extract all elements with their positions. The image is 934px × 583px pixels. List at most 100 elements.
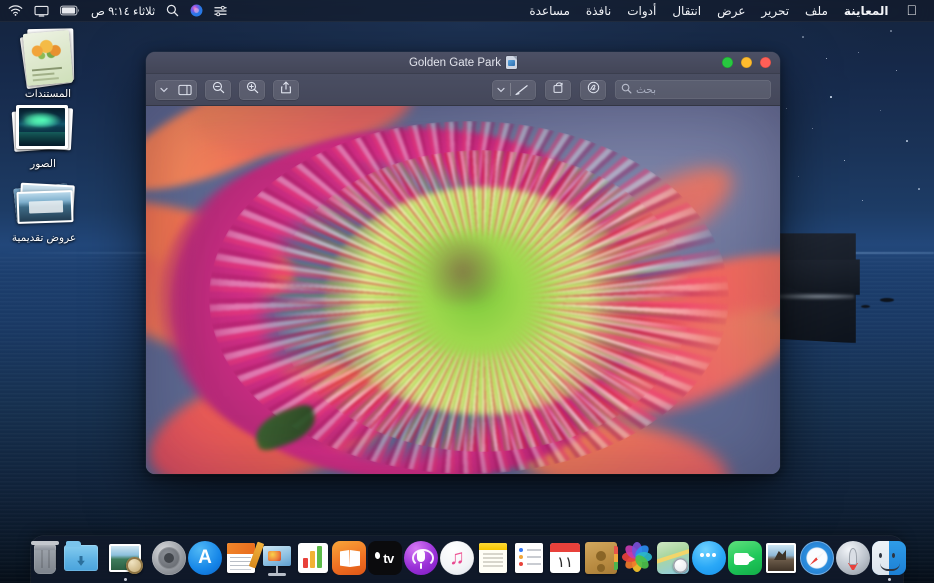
dock-item-preview[interactable] [107,537,143,581]
menu-item-tools[interactable]: أدوات [619,2,664,20]
desktop-icon-label: الصور [0,158,91,171]
dock-item-safari[interactable] [799,537,835,581]
siri-icon[interactable] [190,4,203,17]
dock-item-photos[interactable] [619,537,655,581]
dock-item-messages[interactable] [691,537,727,581]
dock-item-books[interactable] [331,537,367,581]
dock-item-music[interactable] [439,537,475,581]
running-indicator [124,578,127,581]
menu-bar-clock[interactable]: ثلاثاء ٩:١٤ ص [91,4,155,18]
traffic-light-buttons [722,52,771,73]
dock-item-pages[interactable] [223,537,259,581]
desktop-icon-documents[interactable]: المستندات [0,28,96,101]
menu-item-go[interactable]: انتقال [664,2,709,20]
dock-item-system-preferences[interactable] [151,537,187,581]
pages-icon [223,540,259,576]
view-mode-group[interactable] [155,80,197,100]
dock-item-downloads[interactable] [63,537,99,581]
rotate-toolbar-button[interactable] [545,80,571,100]
share-icon [280,81,292,99]
pen-options-chevron[interactable] [492,80,510,100]
system-preferences-icon [151,540,187,576]
mail-icon [763,540,799,576]
preview-icon [107,540,143,576]
dock-item-reminders[interactable] [511,537,547,581]
search-input[interactable]: بحث [615,80,771,99]
menu-bar:  المعاينة ملف تحرير عرض انتقال أدوات نا… [0,0,934,22]
desktop-icon-photos[interactable]: الصور [0,98,91,171]
flower-photograph [146,106,780,474]
zoom-in-icon [246,81,259,99]
dock-item-keynote[interactable] [259,537,295,581]
battery-icon[interactable] [60,5,80,16]
dock-item-maps[interactable] [655,537,691,581]
minimize-button[interactable] [741,57,752,68]
calendar-day-number: ١١ [550,552,580,573]
zoom-out-button[interactable] [205,80,231,100]
menu-item-view[interactable]: عرض [709,2,753,20]
zoom-in-button[interactable] [239,80,265,100]
safari-icon [799,540,835,576]
menu-item-help[interactable]: مساعدة [521,2,578,20]
reminders-icon [511,540,547,576]
dock-item-app-store[interactable] [187,537,223,581]
keynote-icon [259,540,295,576]
menu-bar-status-items: ثلاثاء ٩:١٤ ص [6,4,227,18]
zoom-button[interactable] [722,57,733,68]
presentations-stack-icon [0,172,92,228]
markup-sign-icon [587,81,600,99]
search-icon[interactable] [166,4,179,17]
desktop-icon-presentations[interactable]: عروض تقديمية [0,172,92,245]
menu-item-file[interactable]: ملف [797,2,836,20]
running-indicator [888,578,891,581]
dock-item-launchpad[interactable] [835,537,871,581]
dock-item-facetime[interactable] [727,537,763,581]
menu-item-edit[interactable]: تحرير [753,2,797,20]
markup-tools-group[interactable] [492,80,537,100]
preview-window[interactable]: Golden Gate Park بحث [146,52,780,474]
wifi-icon[interactable] [8,5,23,16]
trash-icon [27,540,63,576]
apple-logo-icon[interactable]:  [897,3,928,19]
calendar-icon: ١١ [547,540,583,576]
notes-icon [475,540,511,576]
launchpad-icon [835,540,871,576]
screen-mirroring-icon[interactable] [34,5,49,17]
dock: ١١ [31,536,903,583]
pen-tool-button[interactable] [510,80,536,100]
menu-item-preview[interactable]: المعاينة [836,2,897,20]
document-icon[interactable] [506,56,517,69]
dock-item-podcasts[interactable] [403,537,439,581]
window-titlebar[interactable]: Golden Gate Park [146,52,780,74]
numbers-icon [295,540,331,576]
toolbar-divider [510,83,511,96]
dock-item-notes[interactable] [475,537,511,581]
dock-item-calendar[interactable]: ١١ [547,537,583,581]
downloads-folder-icon [63,540,99,576]
dock-item-trash[interactable] [27,537,63,581]
markup-toolbar-button[interactable] [580,80,606,100]
sidebar-view-button[interactable] [173,80,197,100]
dock-item-mail[interactable] [763,537,799,581]
dock-item-finder[interactable] [871,537,907,581]
menu-bar-app-menus:  المعاينة ملف تحرير عرض انتقال أدوات نا… [521,2,927,20]
control-center-icon[interactable] [214,5,227,17]
dock-item-numbers[interactable] [295,537,331,581]
menu-item-window[interactable]: نافذة [578,2,619,20]
window-toolbar: بحث [146,74,780,106]
books-icon [331,540,367,576]
apple-tv-icon [367,540,403,576]
search-placeholder: بحث [636,84,656,96]
contacts-icon [583,540,619,576]
podcasts-icon [403,540,439,576]
image-canvas[interactable] [146,106,780,474]
dock-item-contacts[interactable] [583,537,619,581]
dock-item-apple-tv[interactable] [367,537,403,581]
finder-icon [871,540,907,576]
share-button[interactable] [273,80,299,100]
close-button[interactable] [760,57,771,68]
app-store-icon [187,540,223,576]
search-icon [621,81,632,99]
music-icon [439,540,475,576]
view-options-chevron[interactable] [155,80,173,100]
